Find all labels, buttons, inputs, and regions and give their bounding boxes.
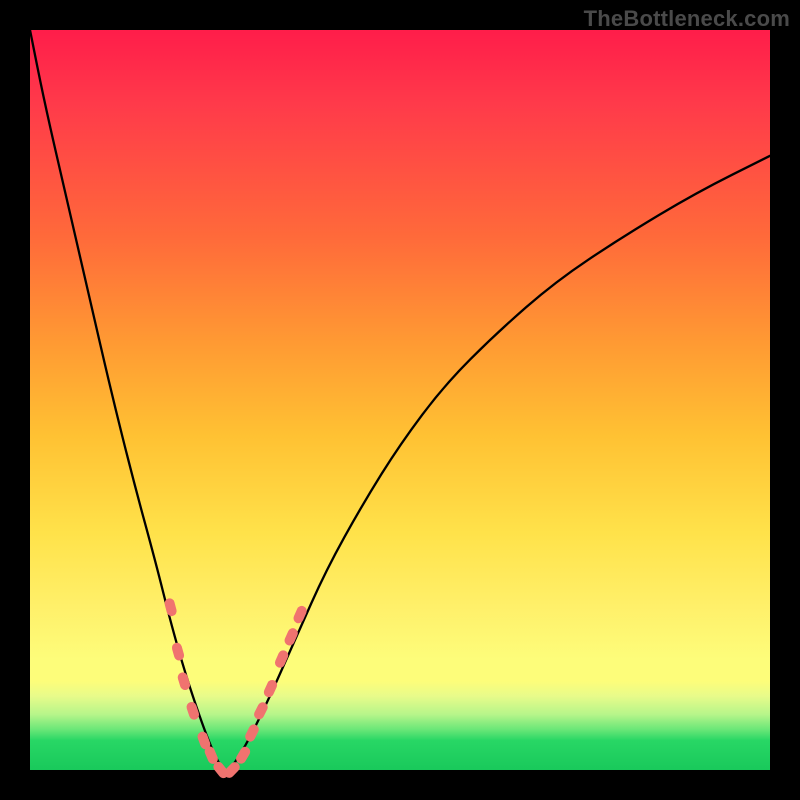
bottleneck-curve	[30, 30, 770, 770]
markers-group	[163, 597, 308, 780]
curve-layer	[30, 30, 770, 770]
curve-marker	[234, 745, 252, 766]
curve-marker	[243, 723, 260, 744]
watermark-text: TheBottleneck.com	[584, 6, 790, 32]
curve-marker	[171, 642, 186, 662]
plot-area	[30, 30, 770, 770]
chart-frame: TheBottleneck.com	[0, 0, 800, 800]
